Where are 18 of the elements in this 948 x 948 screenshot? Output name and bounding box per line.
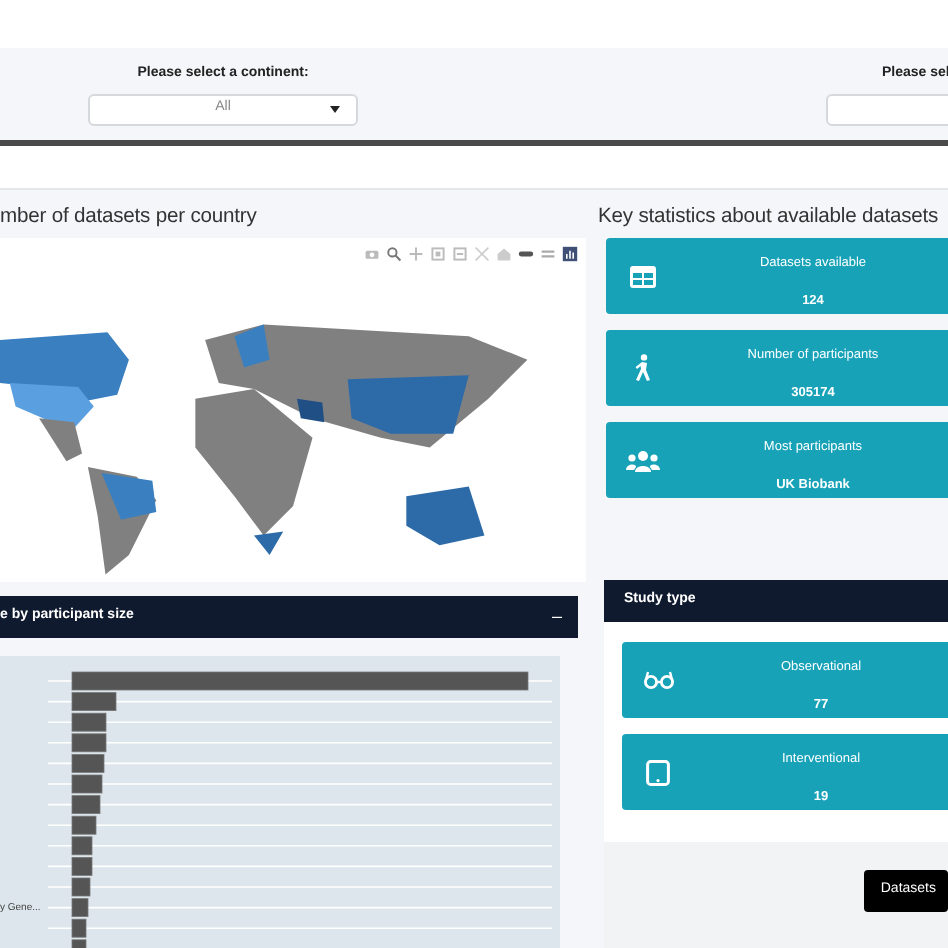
pan-icon[interactable] [408,246,424,262]
tablet-icon [646,759,670,785]
users-icon [625,449,659,471]
zoom-out-icon[interactable] [452,246,468,262]
table-icon [629,265,655,287]
collapse-button[interactable]: – [551,608,562,626]
logo-icon[interactable] [562,246,578,262]
caret-icon [330,105,340,113]
zoom-icon[interactable] [386,246,402,262]
section-title: mber of datasets per country [0,204,257,232]
camera-icon[interactable] [364,246,380,262]
select-field[interactable] [826,93,948,125]
reset-icon[interactable] [474,246,490,262]
section-title: Key statistics about available datasets [598,204,939,232]
walking-person-icon [633,354,651,382]
home-icon[interactable] [496,246,512,262]
glasses-icon [643,670,673,690]
zoom-in-icon[interactable] [430,246,446,262]
